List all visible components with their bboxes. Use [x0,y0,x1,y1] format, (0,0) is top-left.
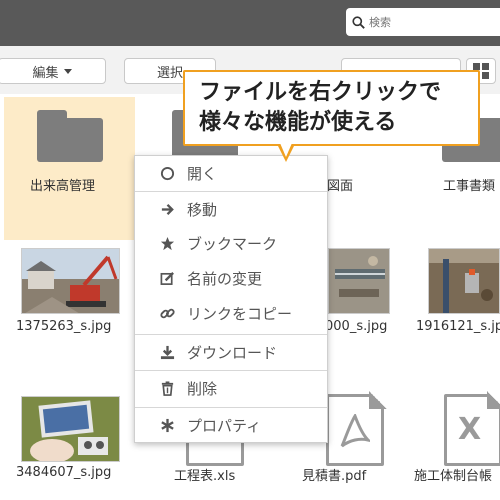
menu-item-move[interactable]: 移動 [135,192,327,226]
download-icon [157,342,177,362]
image-thumbnail [328,248,390,314]
menu-item-label: 名前の変更 [187,269,263,288]
callout-text: ファイルを右クリックで 様々な機能が使える [199,78,441,138]
file-name: 見積書.pdf [302,469,367,484]
file-name: 000_s.jpg [325,319,388,334]
callout-tooltip: ファイルを右クリックで 様々な機能が使える [183,70,480,146]
menu-item-download[interactable]: ダウンロード [135,335,327,369]
menu-item-open[interactable]: 開く [135,156,327,190]
folder-tile-selected[interactable]: 出来高管理 [4,97,135,240]
menu-item-properties[interactable]: プロパティ [135,408,327,442]
arrow-right-icon [157,199,177,219]
pdf-file-icon [326,391,387,466]
edit-button-label: 編集 [32,65,59,81]
menu-item-copy-link[interactable]: リンクをコピー [135,296,327,330]
menu-item-label: 開く [187,164,218,183]
callout-line-1: ファイルを右クリックで [199,80,442,105]
edit-icon [157,268,177,288]
menu-item-bookmark[interactable]: ブックマーク [135,226,327,260]
file-name: 3484607_s.jpg [16,465,112,480]
search-icon [352,15,365,29]
edit-dropdown-button[interactable]: 編集 [0,58,106,84]
star-icon [157,233,177,253]
menu-item-label: リンクをコピー [187,304,293,323]
folder-name: 図面 [327,179,354,194]
file-name: 工程表.xls [174,469,236,484]
folder-icon [37,110,103,162]
search-box[interactable] [346,8,500,36]
image-thumbnail [21,248,120,314]
image-thumbnail [428,248,500,314]
trash-icon [157,378,177,398]
menu-item-rename[interactable]: 名前の変更 [135,261,327,295]
file-tile[interactable]: 1916121_s.jpg [416,248,500,343]
file-name: 1375263_s.jpg [16,319,112,334]
select-button-label: 選択 [156,65,183,81]
menu-item-label: 削除 [187,379,218,398]
menu-item-delete[interactable]: 削除 [135,371,327,405]
callout-tail-inner [280,143,292,157]
circle-icon [157,163,177,183]
folder-name: 出来高管理 [30,179,96,194]
file-name: 施工体制台帳 [414,469,493,484]
file-name: 1916121_s.jpg [416,319,500,334]
link-icon [157,303,177,323]
callout-line-2: 様々な機能が使える [199,110,397,135]
excel-file-icon: X [444,391,500,466]
folder-name: 工事書類 [443,179,496,194]
file-tile[interactable]: X 施工体制台帳 [412,390,500,485]
context-menu: 開く 移動 ブックマーク 名前の変更 リンクをコピー ダウンロード 削除 プロパ… [134,155,328,443]
menu-item-label: プロパティ [187,416,262,435]
image-thumbnail [21,396,120,462]
asterisk-icon [157,415,177,435]
file-tile[interactable]: 1375263_s.jpg [16,248,126,343]
search-input[interactable] [369,15,499,29]
menu-item-label: 移動 [187,200,218,219]
file-tile[interactable]: 3484607_s.jpg [16,390,126,485]
menu-item-label: ブックマーク [187,234,278,253]
menu-item-label: ダウンロード [187,343,278,362]
top-bar [0,0,500,46]
chevron-down-icon [63,68,72,74]
